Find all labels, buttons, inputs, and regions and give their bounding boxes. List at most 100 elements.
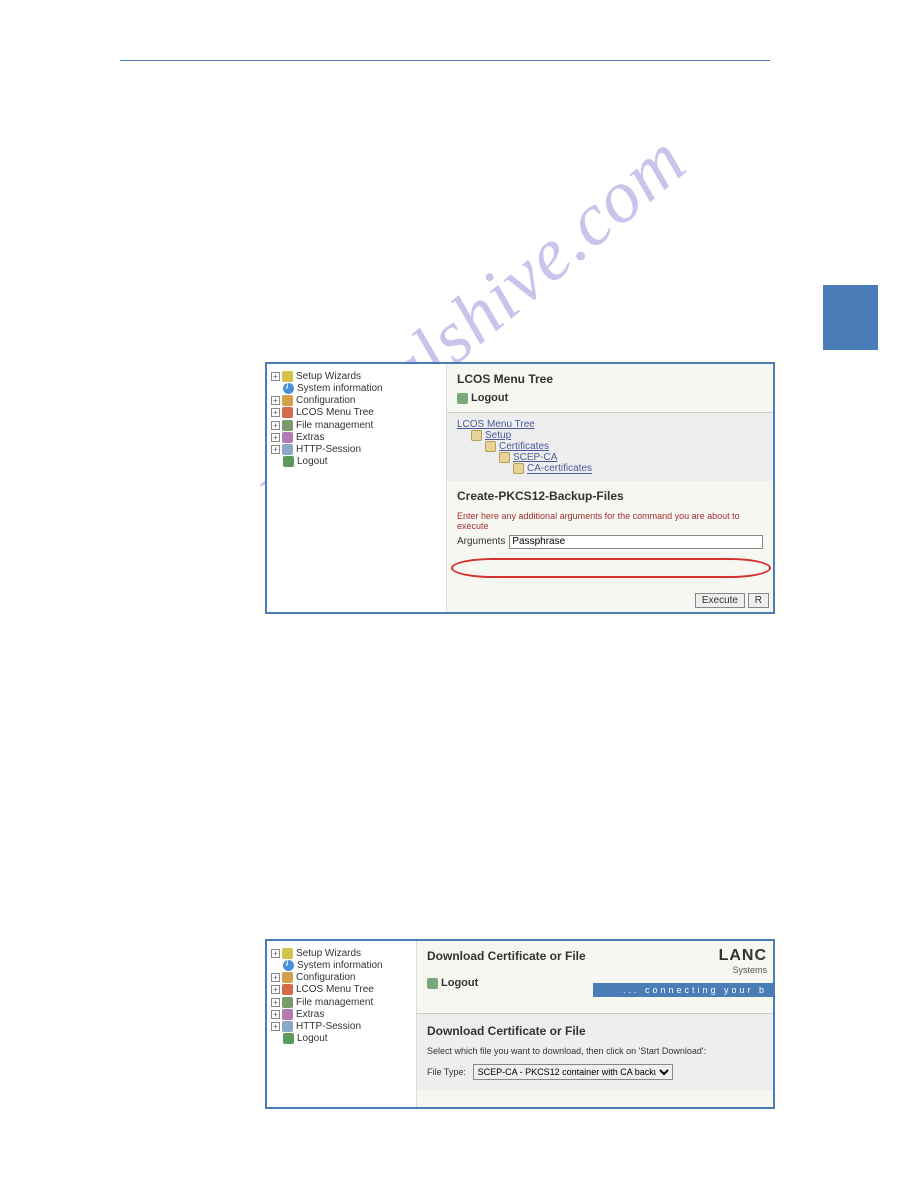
folder-icon [485, 441, 496, 452]
expand-icon[interactable]: + [271, 433, 280, 442]
extras-icon [282, 432, 293, 443]
highlight-circle [451, 558, 771, 578]
tree-item-http-session[interactable]: + HTTP-Session [271, 444, 442, 455]
logout-icon [283, 1033, 294, 1044]
nav-tree: +Setup Wizards System information + Confi… [267, 941, 417, 1107]
tree-item-extras[interactable]: + Extras [271, 432, 442, 443]
expand-icon[interactable]: + [271, 396, 280, 405]
wizard-icon [282, 371, 293, 382]
folder-icon [513, 463, 524, 474]
download-block: Download Certificate or File Select whic… [417, 1013, 773, 1090]
info-icon [283, 960, 294, 971]
content-heading: LCOS Menu Tree [457, 372, 763, 386]
tree-label: System information [297, 960, 383, 971]
tree-item-http-session[interactable]: + HTTP-Session [271, 1021, 412, 1032]
brand-logo: LANC Systems [719, 947, 767, 975]
tree-item-setup-wizards[interactable]: +Setup Wizards [271, 948, 412, 959]
tree-label: Extras [296, 432, 324, 443]
logout-label: Logout [441, 977, 478, 989]
extras-icon [282, 1009, 293, 1020]
tree-item-file-management[interactable]: + File management [271, 420, 442, 431]
tree-label: Logout [297, 456, 328, 467]
tree-label: LCOS Menu Tree [296, 408, 374, 419]
content-heading: Download Certificate or File [427, 949, 763, 963]
nav-tree: + Setup Wizards System information + Confi… [267, 364, 447, 612]
tree-item-configuration[interactable]: + Configuration [271, 395, 442, 406]
http-icon [282, 1021, 293, 1032]
tree-label: Configuration [296, 972, 355, 983]
logout-link[interactable]: Logout [457, 392, 763, 404]
tree-item-configuration[interactable]: + Configuration [271, 972, 412, 983]
arguments-label: Arguments [457, 536, 505, 547]
download-heading: Download Certificate or File [427, 1024, 763, 1038]
breadcrumb: LCOS Menu Tree Setup Certificates SCEP-C… [447, 412, 773, 481]
expand-icon[interactable]: + [271, 372, 280, 381]
logout-icon [427, 978, 438, 989]
brand-name: LANC [719, 947, 767, 965]
tree-item-logout[interactable]: Logout [271, 456, 442, 467]
logout-icon [457, 393, 468, 404]
tree-label: System information [297, 383, 383, 394]
tree-label: File management [296, 997, 373, 1008]
expand-icon[interactable]: + [271, 998, 280, 1007]
tree-item-logout[interactable]: Logout [271, 1033, 412, 1044]
tree-item-system-info[interactable]: System information [271, 960, 412, 971]
expand-icon[interactable]: + [271, 949, 280, 958]
logout-icon [283, 456, 294, 467]
tree-item-file-management[interactable]: + File management [271, 997, 412, 1008]
crumb-setup[interactable]: Setup [485, 430, 511, 441]
tree-label: Setup Wizards [296, 371, 361, 382]
tree-item-extras[interactable]: + Extras [271, 1009, 412, 1020]
tree-item-lcos-menu[interactable]: + LCOS Menu Tree [271, 407, 442, 418]
screenshot-download-file: +Setup Wizards System information + Confi… [265, 939, 775, 1109]
execute-button[interactable]: Execute [695, 593, 745, 608]
expand-icon[interactable]: + [271, 445, 280, 454]
r-button[interactable]: R [748, 593, 769, 608]
instruction-text: Enter here any additional arguments for … [457, 511, 763, 531]
tree-item-system-info[interactable]: System information [271, 383, 442, 394]
crumb-ca-certificates[interactable]: CA-certificates [527, 464, 592, 475]
content-pane: LCOS Menu Tree Logout LCOS Menu Tree Set… [447, 364, 773, 612]
folder-icon [471, 430, 482, 441]
folder-icon [499, 452, 510, 463]
config-icon [282, 972, 293, 983]
menu-icon [282, 407, 293, 418]
tree-item-setup-wizards[interactable]: + Setup Wizards [271, 371, 442, 382]
screenshot-create-backup: + Setup Wizards System information + Confi… [265, 362, 775, 614]
download-instruction: Select which file you want to download, … [427, 1046, 763, 1056]
logout-label: Logout [471, 392, 508, 404]
crumb-scep-ca[interactable]: SCEP-CA [513, 452, 557, 463]
tree-label: File management [296, 420, 373, 431]
page-tab [823, 285, 878, 350]
expand-icon[interactable]: + [271, 985, 280, 994]
arguments-row: Arguments [457, 535, 763, 549]
arguments-input[interactable] [509, 535, 763, 549]
crumb-lcos-menu[interactable]: LCOS Menu Tree [457, 419, 535, 430]
header-rule [120, 60, 770, 61]
tree-label: LCOS Menu Tree [296, 985, 374, 996]
config-icon [282, 395, 293, 406]
expand-icon[interactable]: + [271, 1022, 280, 1031]
brand-subtitle: Systems [719, 965, 767, 975]
expand-icon[interactable]: + [271, 408, 280, 417]
expand-icon[interactable]: + [271, 421, 280, 430]
action-title: Create-PKCS12-Backup-Files [457, 489, 763, 503]
expand-icon[interactable]: + [271, 973, 280, 982]
expand-icon[interactable]: + [271, 1010, 280, 1019]
tree-label: Logout [297, 1033, 328, 1044]
crumb-certificates[interactable]: Certificates [499, 441, 549, 452]
tree-label: HTTP-Session [296, 1021, 361, 1032]
file-icon [282, 997, 293, 1008]
file-type-select[interactable]: SCEP-CA - PKCS12 container with CA backu… [473, 1064, 673, 1080]
tree-label: HTTP-Session [296, 444, 361, 455]
file-type-label: File Type: [427, 1067, 466, 1077]
file-icon [282, 420, 293, 431]
tagline-bar: ... connecting your b [593, 983, 773, 997]
http-icon [282, 444, 293, 455]
content-pane: Download Certificate or File LANC System… [417, 941, 773, 1107]
tree-item-lcos-menu[interactable]: + LCOS Menu Tree [271, 984, 412, 995]
tree-label: Configuration [296, 395, 355, 406]
menu-icon [282, 984, 293, 995]
tree-label: Extras [296, 1009, 324, 1020]
wizard-icon [282, 948, 293, 959]
